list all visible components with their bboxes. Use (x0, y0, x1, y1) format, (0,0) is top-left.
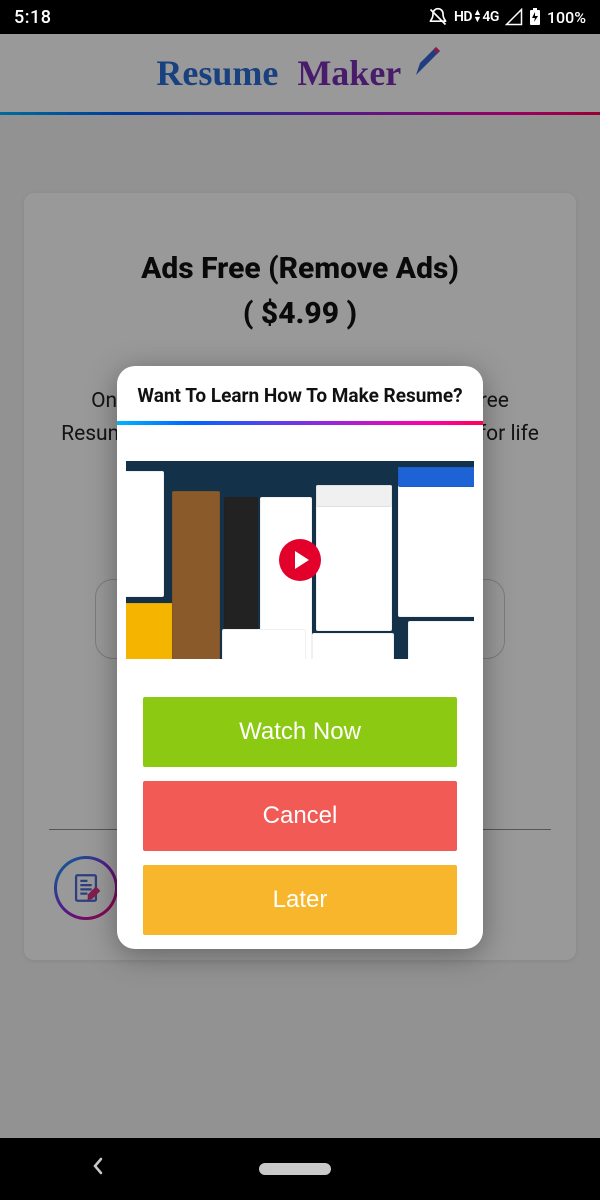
dialog-title: Want To Learn How To Make Resume? (117, 366, 483, 421)
battery-percent: 100% (547, 8, 586, 27)
status-time: 5:18 (14, 7, 51, 28)
play-icon[interactable] (279, 539, 321, 581)
status-right: HD ▲▼ 4G 100% (428, 7, 586, 27)
tutorial-dialog: Want To Learn How To Make Resume? Watch … (117, 366, 483, 949)
video-thumbnail[interactable] (126, 461, 474, 659)
dialog-gradient (117, 421, 483, 425)
network-hd4g: HD ▲▼ 4G (454, 9, 499, 25)
battery-icon (529, 8, 541, 26)
nav-back-button[interactable] (90, 1154, 106, 1185)
nav-home-pill[interactable] (259, 1163, 331, 1175)
later-button[interactable]: Later (143, 865, 457, 935)
cancel-button[interactable]: Cancel (143, 781, 457, 851)
app-surface: Resume Maker Ads Free (Remove Ads) ( $4.… (0, 34, 600, 1138)
dnd-off-icon (428, 7, 448, 27)
status-bar: 5:18 HD ▲▼ 4G 100% (0, 0, 600, 34)
system-nav-bar (0, 1138, 600, 1200)
cell-signal-icon (505, 8, 523, 26)
watch-now-button[interactable]: Watch Now (143, 697, 457, 767)
